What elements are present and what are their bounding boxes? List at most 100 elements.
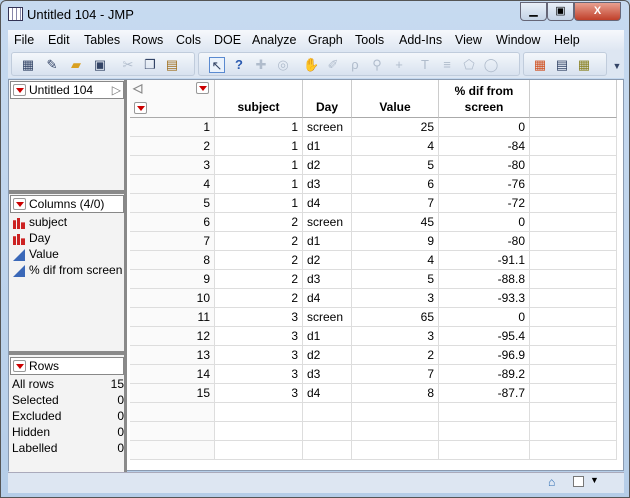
day-cell[interactable]: d4 xyxy=(303,289,352,308)
empty-cell[interactable] xyxy=(530,156,617,175)
empty-cell[interactable] xyxy=(530,232,617,251)
subject-cell[interactable] xyxy=(215,422,303,441)
column-item-day[interactable]: Day xyxy=(13,231,50,245)
lasso-tool-icon[interactable]: ρ xyxy=(347,57,363,73)
hand-tool-icon[interactable]: ✋ xyxy=(303,57,319,73)
close-button[interactable]: X xyxy=(574,2,621,21)
new-table-icon[interactable]: ▦ xyxy=(20,57,36,73)
subject-cell[interactable]: 2 xyxy=(215,270,303,289)
day-cell[interactable]: d4 xyxy=(303,384,352,403)
day-cell[interactable]: d2 xyxy=(303,251,352,270)
day-cell[interactable]: screen xyxy=(303,118,352,137)
subject-cell[interactable]: 1 xyxy=(215,175,303,194)
row-number[interactable]: 15 xyxy=(130,384,215,403)
row-number[interactable]: 12 xyxy=(130,327,215,346)
calculator-icon[interactable]: ▤ xyxy=(554,57,570,73)
value-cell[interactable]: 9 xyxy=(352,232,439,251)
empty-cell[interactable] xyxy=(530,365,617,384)
pct-dif-cell[interactable]: -76 xyxy=(439,175,530,194)
value-cell[interactable]: 25 xyxy=(352,118,439,137)
empty-cell[interactable] xyxy=(530,441,617,460)
empty-cell[interactable] xyxy=(530,384,617,403)
value-cell[interactable]: 4 xyxy=(352,137,439,156)
subject-cell[interactable]: 2 xyxy=(215,289,303,308)
brush-tool-icon[interactable]: ✐ xyxy=(325,57,341,73)
pct-dif-cell[interactable] xyxy=(439,422,530,441)
day-cell[interactable] xyxy=(303,403,352,422)
day-cell[interactable]: screen xyxy=(303,213,352,232)
day-cell[interactable]: d1 xyxy=(303,232,352,251)
crosshair-plus-icon[interactable]: + xyxy=(391,57,407,73)
row-number[interactable]: 2 xyxy=(130,137,215,156)
row-number[interactable]: 1 xyxy=(130,118,215,137)
column-header-pct-dif[interactable]: % dif from screen xyxy=(439,80,530,118)
column-item-pct-dif[interactable]: % dif from screen xyxy=(13,263,122,277)
window-list-icon[interactable] xyxy=(573,476,584,487)
value-cell[interactable]: 3 xyxy=(352,289,439,308)
subject-cell[interactable] xyxy=(215,403,303,422)
menu-help[interactable]: Help xyxy=(554,33,580,47)
value-cell[interactable]: 5 xyxy=(352,270,439,289)
expand-arrow-icon[interactable]: ▷ xyxy=(112,82,121,98)
day-cell[interactable]: d2 xyxy=(303,346,352,365)
row-number[interactable]: 11 xyxy=(130,308,215,327)
row-number[interactable] xyxy=(130,441,215,460)
row-number[interactable]: 8 xyxy=(130,251,215,270)
day-cell[interactable]: d1 xyxy=(303,137,352,156)
row-number[interactable]: 5 xyxy=(130,194,215,213)
value-cell[interactable]: 45 xyxy=(352,213,439,232)
ellipse-tool-icon[interactable]: ◯ xyxy=(483,57,499,73)
cut-icon[interactable]: ✂ xyxy=(120,57,136,73)
pct-dif-cell[interactable]: -72 xyxy=(439,194,530,213)
day-cell[interactable]: d2 xyxy=(303,156,352,175)
menu-file[interactable]: File xyxy=(14,33,34,47)
pct-dif-cell[interactable]: -84 xyxy=(439,137,530,156)
column-header-value[interactable]: Value xyxy=(352,80,439,118)
row-number[interactable]: 13 xyxy=(130,346,215,365)
day-cell[interactable] xyxy=(303,441,352,460)
value-cell[interactable] xyxy=(352,422,439,441)
pct-dif-cell[interactable] xyxy=(439,441,530,460)
value-cell[interactable]: 5 xyxy=(352,156,439,175)
pct-dif-cell[interactable]: -91.1 xyxy=(439,251,530,270)
red-triangle-menu-icon[interactable] xyxy=(13,84,26,96)
copy-icon[interactable]: ❐ xyxy=(142,57,158,73)
red-triangle-menu-icon[interactable] xyxy=(13,360,26,372)
selection-tool-icon[interactable]: ✚ xyxy=(253,57,269,73)
empty-cell[interactable] xyxy=(530,213,617,232)
data-table-icon[interactable]: ▦ xyxy=(532,57,548,73)
rows-red-triangle-icon[interactable] xyxy=(134,102,147,114)
subject-cell[interactable]: 1 xyxy=(215,137,303,156)
scroll-left-icon[interactable]: ◁ xyxy=(133,80,142,96)
row-number[interactable]: 7 xyxy=(130,232,215,251)
pct-dif-cell[interactable]: -87.7 xyxy=(439,384,530,403)
corner-header[interactable]: ◁ xyxy=(130,80,215,118)
menu-doe[interactable]: DOE xyxy=(214,33,241,47)
menu-tables[interactable]: Tables xyxy=(84,33,120,47)
pct-dif-cell[interactable]: -80 xyxy=(439,156,530,175)
row-number[interactable]: 3 xyxy=(130,156,215,175)
day-cell[interactable]: d4 xyxy=(303,194,352,213)
day-cell[interactable]: d1 xyxy=(303,327,352,346)
pct-dif-cell[interactable]: 0 xyxy=(439,118,530,137)
layout-icon[interactable]: ▦ xyxy=(576,57,592,73)
empty-cell[interactable] xyxy=(530,118,617,137)
red-triangle-menu-icon[interactable] xyxy=(13,198,26,210)
magnifier-icon[interactable]: ⚲ xyxy=(369,57,385,73)
toolbar-overflow-icon[interactable]: ▼ xyxy=(609,58,625,74)
minimize-button[interactable]: ▁ xyxy=(520,2,547,21)
pct-dif-cell[interactable]: -89.2 xyxy=(439,365,530,384)
value-cell[interactable] xyxy=(352,403,439,422)
value-cell[interactable]: 7 xyxy=(352,365,439,384)
day-cell[interactable]: d3 xyxy=(303,270,352,289)
maximize-button[interactable]: ▣ xyxy=(547,2,574,21)
subject-cell[interactable]: 2 xyxy=(215,213,303,232)
pct-dif-cell[interactable]: -88.8 xyxy=(439,270,530,289)
row-number[interactable]: 4 xyxy=(130,175,215,194)
column-item-subject[interactable]: subject xyxy=(13,215,67,229)
day-cell[interactable]: d3 xyxy=(303,175,352,194)
day-cell[interactable]: screen xyxy=(303,308,352,327)
empty-cell[interactable] xyxy=(530,327,617,346)
value-cell[interactable]: 65 xyxy=(352,308,439,327)
rows-panel-header[interactable]: Rows xyxy=(10,357,124,375)
